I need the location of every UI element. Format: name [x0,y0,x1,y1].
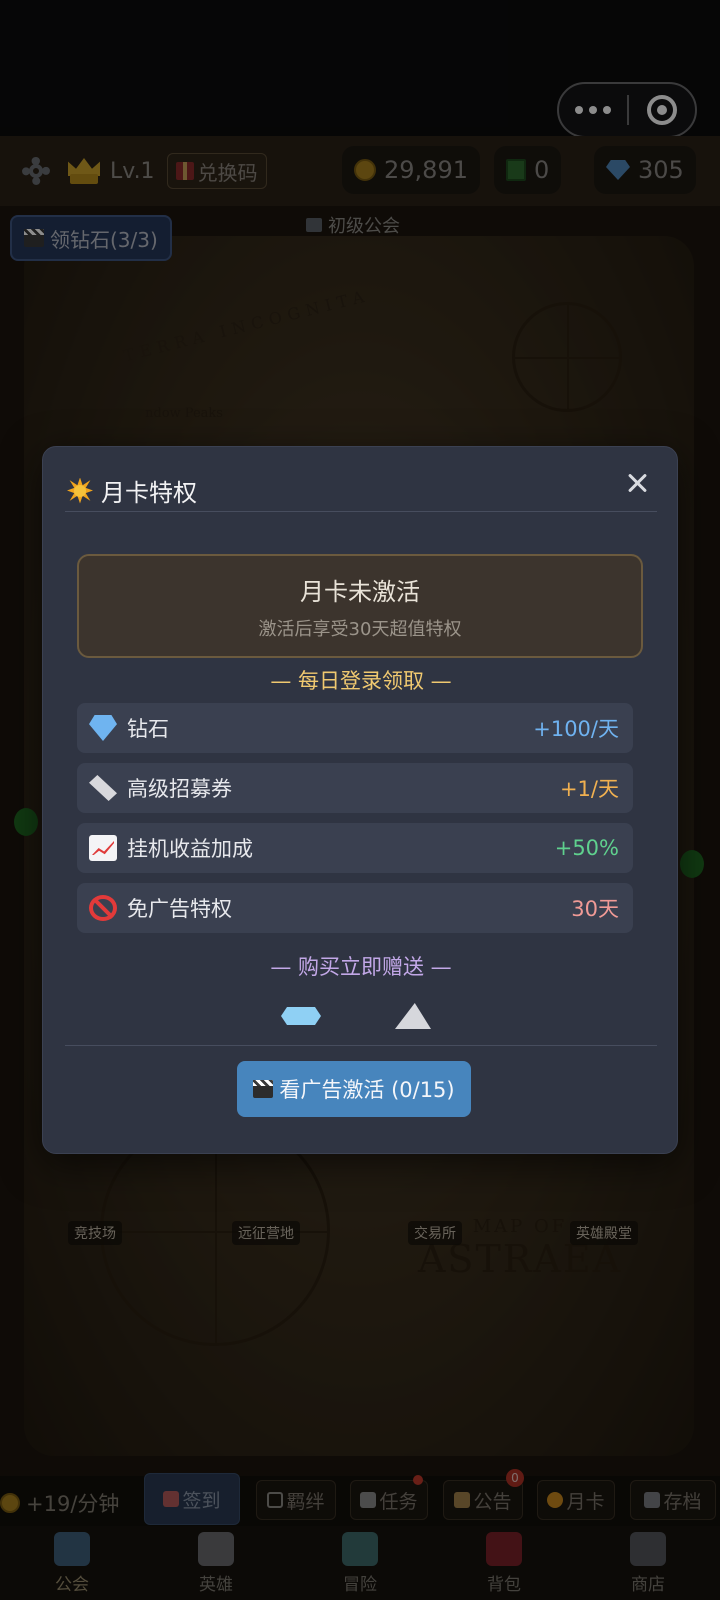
diamond-icon [281,1007,321,1025]
daily-reward-heading: — 每日登录领取 — [270,669,452,693]
dialog-title: 月卡特权 [101,479,197,507]
reward-label: 钻石 [127,717,169,741]
watch-ad-activate-button[interactable]: 看广告激活 (0/15) [237,1061,471,1117]
reward-row-diamond: 钻石 +100/天 [77,703,633,753]
reward-value: 30天 [571,897,619,921]
reward-label: 高级招募券 [127,777,232,801]
chart-increasing-icon [89,835,117,861]
reward-label: 免广告特权 [127,897,232,921]
prohibited-icon [89,895,117,921]
reward-value: +1/天 [559,777,619,801]
clapperboard-icon [253,1080,274,1098]
monthcard-status-card: 月卡未激活 激活后享受30天超值特权 [77,554,643,658]
reward-row-idle-boost: 挂机收益加成 +50% [77,823,633,873]
diamond-icon [89,715,117,741]
reward-row-no-ads: 免广告特权 30天 [77,883,633,933]
reward-value: +100/天 [533,717,619,741]
ticket-icon [395,1003,431,1029]
monthcard-dialog: 月卡特权 月卡未激活 激活后享受30天超值特权 — 每日登录领取 — 钻石 +1… [42,446,678,1154]
watch-ad-label: 看广告激活 (0/15) [279,1078,455,1102]
reward-label: 挂机收益加成 [127,837,253,861]
close-icon[interactable] [623,469,651,497]
status-title: 月卡未激活 [300,577,420,606]
dialog-header: 月卡特权 [67,473,197,508]
divider [65,511,657,512]
reward-value: +50% [554,836,619,860]
ticket-icon [89,775,117,801]
divider [65,1045,657,1046]
sun-icon [67,478,93,504]
reward-row-ticket: 高级招募券 +1/天 [77,763,633,813]
status-subtitle: 激活后享受30天超值特权 [258,618,462,640]
purchase-gift-heading: — 购买立即赠送 — [270,955,452,979]
gift-items [43,1003,679,1033]
